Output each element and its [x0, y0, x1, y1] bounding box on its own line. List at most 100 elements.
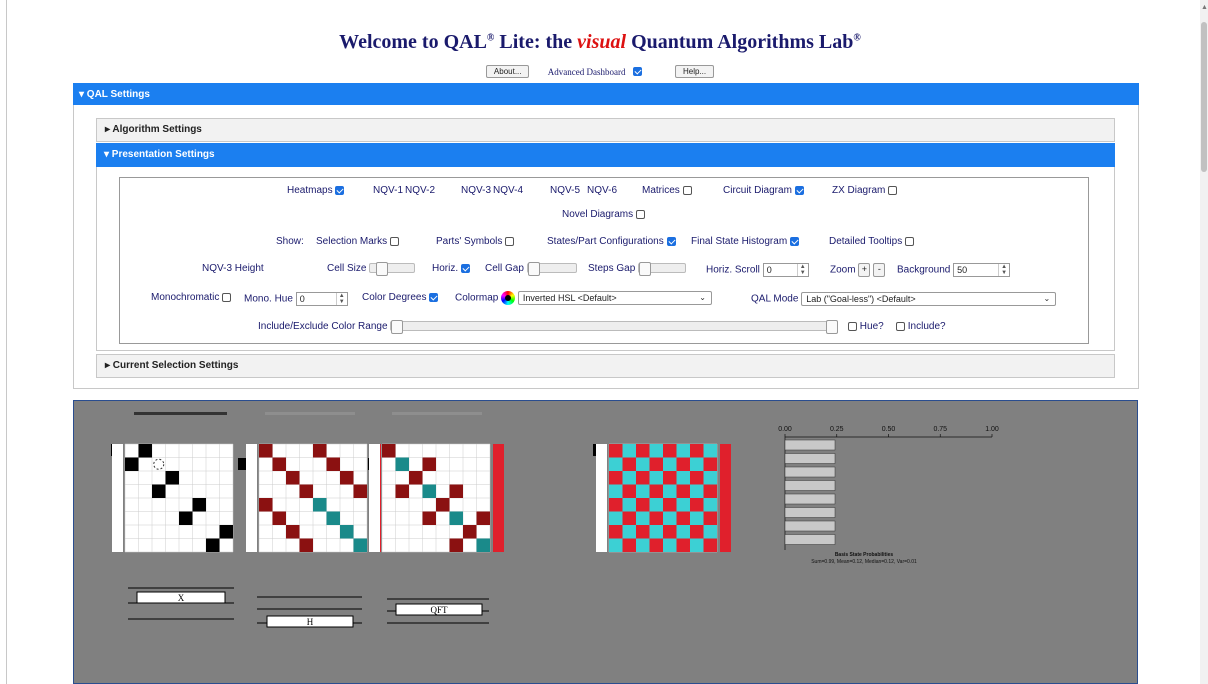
- matrix-qft-cell: [382, 444, 396, 458]
- monochromatic-checkbox[interactable]: [222, 292, 232, 302]
- advanced-dashboard-checkbox[interactable]: [633, 67, 643, 76]
- nqv-3-link[interactable]: NQV-3: [461, 185, 491, 196]
- cell-size-slider-thumb[interactable]: [376, 262, 389, 277]
- include-option[interactable]: Include?: [896, 321, 946, 332]
- matrix-h-cell: [340, 525, 354, 539]
- selection-marks-checkbox[interactable]: [389, 236, 399, 246]
- nqv-1-link[interactable]: NQV-1: [373, 185, 403, 196]
- nqv-2-link[interactable]: NQV-2: [405, 185, 435, 196]
- scrollbar-thumb[interactable]: [1201, 22, 1207, 172]
- circuit-diagram-option[interactable]: Circuit Diagram: [723, 185, 804, 196]
- final-state-heatmap-cell: [622, 498, 636, 512]
- color-degrees-option[interactable]: Color Degrees: [362, 292, 439, 303]
- final-state-heatmap-stripe-cell: [720, 538, 731, 552]
- color-degrees-checkbox[interactable]: [429, 292, 439, 302]
- qal-mode-select[interactable]: Lab ("Goal-less") <Default> ⌄: [801, 292, 1057, 306]
- nqv-5-link[interactable]: NQV-5: [550, 185, 580, 196]
- final-state-heatmap-stripe-cell: [720, 525, 731, 539]
- cell-gap-slider-thumb[interactable]: [527, 262, 540, 277]
- help-button[interactable]: Help...: [674, 65, 715, 78]
- nqv-6-link[interactable]: NQV-6: [587, 185, 617, 196]
- visualization-svg: 0.00 0.25 0.50 0.75 1.00 X H QFT: [111, 426, 999, 628]
- final-state-histogram-option[interactable]: Final State Histogram: [691, 236, 799, 247]
- qal-settings-header[interactable]: ▾ QAL Settings: [73, 83, 1139, 105]
- matrix-x-cell: [192, 498, 206, 512]
- nqv-4-link[interactable]: NQV-4: [493, 185, 523, 196]
- horiz-option[interactable]: Horiz.: [432, 263, 470, 274]
- matrix-qft-cell: [422, 511, 436, 525]
- cell-size-slider[interactable]: [369, 262, 416, 277]
- horiz-scroll-spinner-icon[interactable]: ▲ ▼: [796, 264, 808, 276]
- matrices-checkbox[interactable]: [682, 185, 692, 195]
- histogram-bar: [784, 453, 836, 464]
- background-spinner-icon[interactable]: ▲ ▼: [998, 264, 1009, 276]
- matrix-qft-cell: [463, 525, 477, 539]
- heatmaps-checkbox[interactable]: [335, 185, 345, 195]
- histogram-bar: [784, 493, 836, 505]
- color-range-slider[interactable]: [390, 320, 839, 335]
- horiz-scroll-input[interactable]: 0 ▲ ▼: [762, 263, 809, 277]
- final-state-heatmap-cell: [649, 511, 663, 525]
- final-state-heatmap-cell: [676, 457, 690, 471]
- cell-gap-slider[interactable]: [526, 262, 577, 277]
- final-state-heatmap-cell: [622, 511, 636, 525]
- matrix-qft-cell: [395, 484, 409, 498]
- matrices-option[interactable]: Matrices: [642, 185, 692, 196]
- novel-diagrams-option[interactable]: Novel Diagrams: [562, 209, 645, 220]
- current-selection-settings-header[interactable]: ▸ Current Selection Settings: [96, 354, 1115, 378]
- mono-hue-spinner-icon[interactable]: ▲ ▼: [335, 293, 347, 305]
- zx-diagram-checkbox[interactable]: [888, 185, 898, 195]
- steps-gap-slider[interactable]: [638, 262, 687, 277]
- novel-diagrams-checkbox[interactable]: [635, 209, 645, 219]
- final-state-heatmap-cell: [676, 471, 690, 485]
- states-configurations-checkbox[interactable]: [666, 236, 676, 246]
- mono-hue-input[interactable]: 0 ▲ ▼: [295, 292, 348, 306]
- matrix-qft-cell: [476, 511, 490, 525]
- monochromatic-option[interactable]: Monochromatic: [151, 292, 232, 303]
- matrix-x-cell: [138, 444, 152, 458]
- include-checkbox[interactable]: [896, 321, 905, 331]
- hue-checkbox[interactable]: [848, 321, 857, 331]
- matrix-qft-stripe-cell: [493, 538, 504, 552]
- qal-settings-label: ▾ QAL Settings: [79, 89, 150, 100]
- matrix-h-cell: [353, 538, 367, 552]
- final-state-heatmap-cell: [690, 471, 704, 485]
- scroll-up-icon[interactable]: ▲: [1201, 4, 1208, 14]
- states-configurations-option[interactable]: States/Part Configurations: [547, 236, 676, 247]
- visualization-canvas[interactable]: 0.00 0.25 0.50 0.75 1.00 X H QFT Basis State Pr…: [73, 400, 1138, 684]
- presentation-settings-header[interactable]: ▾ Presentation Settings: [96, 143, 1115, 167]
- zoom-out-button[interactable]: -: [873, 263, 886, 277]
- hue-option[interactable]: Hue?: [848, 321, 884, 332]
- h-gate-label: H: [307, 617, 314, 627]
- horiz-scroll-control: Horiz. Scroll 0 ▲ ▼: [706, 263, 809, 277]
- heatmaps-option[interactable]: Heatmaps: [287, 185, 345, 196]
- page-scrollbar[interactable]: ▲: [1200, 0, 1208, 684]
- colormap-select[interactable]: Inverted HSL <Default> ⌄: [517, 291, 712, 305]
- final-state-heatmap-cell: [703, 511, 717, 525]
- detailed-tooltips-checkbox[interactable]: [904, 236, 914, 246]
- color-range-thumb-low[interactable]: [391, 320, 404, 335]
- include-exclude-control: Include/Exclude Color Range: [258, 320, 839, 335]
- final-state-heatmap-cell: [663, 538, 677, 552]
- final-state-histogram-checkbox[interactable]: [789, 236, 799, 246]
- algorithm-settings-header[interactable]: ▸ Algorithm Settings: [96, 118, 1115, 142]
- matrix-qft-stripe-cell: [493, 511, 504, 525]
- circuit-diagram-checkbox[interactable]: [794, 185, 804, 195]
- horiz-checkbox[interactable]: [460, 263, 470, 273]
- selection-marks-option[interactable]: Selection Marks: [316, 236, 399, 247]
- final-state-heatmap-stripe-cell: [720, 484, 731, 498]
- show-label: Show:: [276, 236, 304, 247]
- about-button[interactable]: About...: [485, 65, 530, 78]
- detailed-tooltips-option[interactable]: Detailed Tooltips: [829, 236, 914, 247]
- zoom-in-button[interactable]: +: [858, 263, 871, 277]
- zx-diagram-option[interactable]: ZX Diagram: [832, 185, 898, 196]
- final-state-heatmap-stripe-cell: [720, 457, 731, 471]
- final-state-heatmap-cell: [676, 444, 690, 458]
- parts-symbols-option[interactable]: Parts' Symbols: [436, 236, 515, 247]
- steps-gap-slider-thumb[interactable]: [639, 262, 652, 277]
- color-range-thumb-high[interactable]: [826, 320, 839, 335]
- parts-symbols-checkbox[interactable]: [505, 236, 515, 246]
- background-input[interactable]: 50 ▲ ▼: [953, 263, 1011, 277]
- matrix-h-cell: [272, 511, 286, 525]
- histogram-tick-label: 0.50: [882, 426, 896, 433]
